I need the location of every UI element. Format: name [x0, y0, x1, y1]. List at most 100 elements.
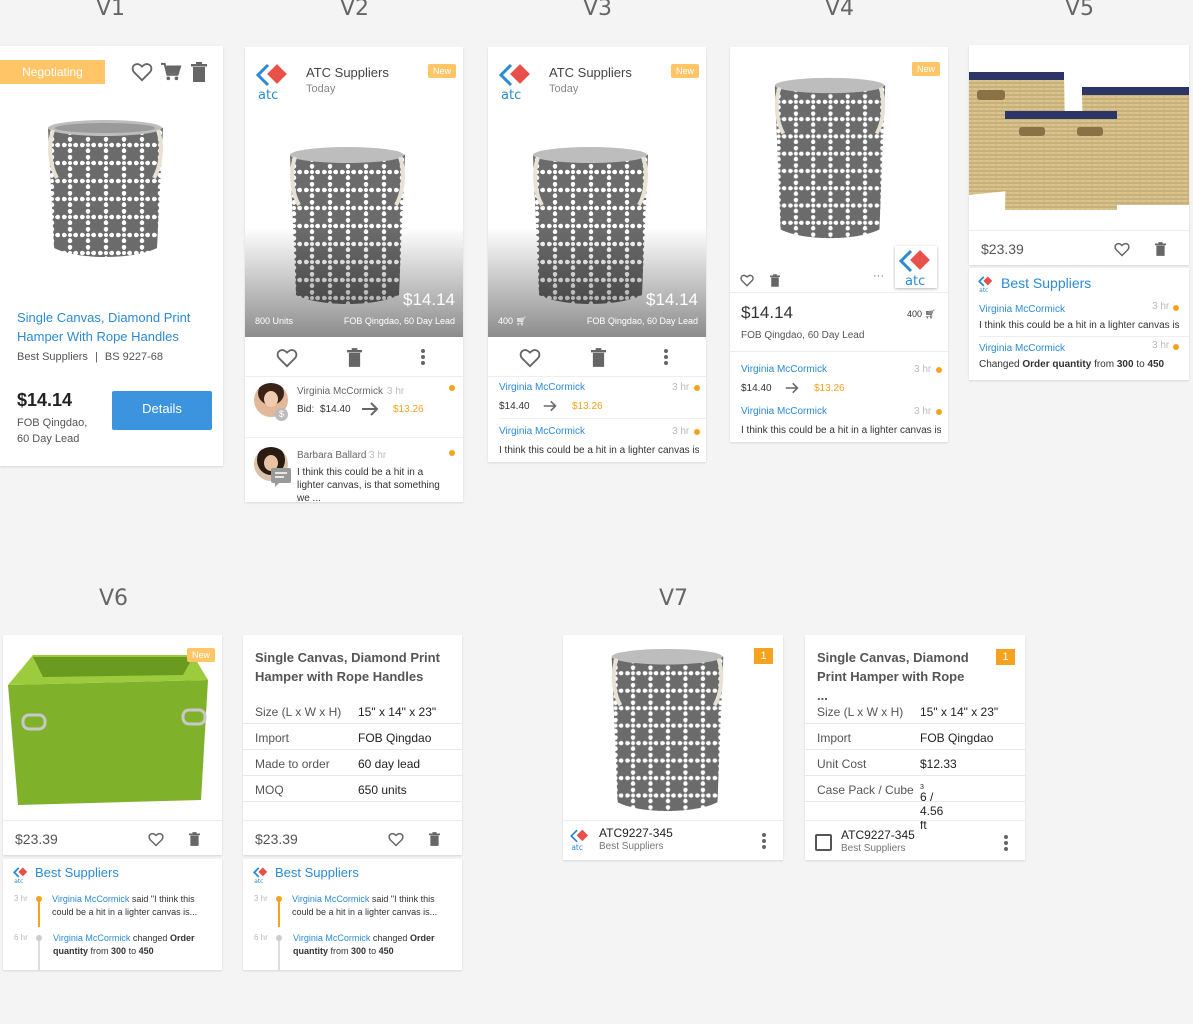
more-horiz-icon[interactable]: ··· [873, 270, 884, 282]
v1-product-card[interactable]: Negotiating Single Canvas, Diamond Print… [0, 46, 223, 466]
more-vert-icon[interactable] [1003, 834, 1009, 852]
trash-icon[interactable] [191, 62, 207, 82]
timeline-time: 3 hr [14, 894, 28, 903]
v3-product-card[interactable]: atc ATC Suppliers Today New $14.14 400 🛒… [488, 47, 706, 462]
more-vert-icon[interactable] [420, 348, 426, 366]
product-title[interactable]: Single Canvas, Diamond Print Hamper with… [255, 648, 445, 686]
spec-row: MOQ 650 units [243, 776, 462, 802]
timeline-dot [276, 935, 282, 941]
trash-icon[interactable] [429, 832, 440, 846]
atc-logo-text: atc [905, 274, 925, 287]
units: 800 Units [255, 316, 294, 326]
heart-icon[interactable] [276, 348, 298, 368]
price: $14.14 [403, 290, 455, 309]
new-badge: New [187, 648, 216, 662]
trash-icon[interactable] [770, 274, 780, 287]
heart-icon[interactable] [388, 832, 404, 847]
product-title[interactable]: Single Canvas, Diamond Print Hamper with… [817, 648, 977, 705]
activity-time: 3 hr [914, 406, 932, 417]
product-title[interactable]: Single Canvas, Diamond Print Hamper With… [17, 308, 207, 346]
price: $23.39 [15, 831, 58, 847]
heart-icon[interactable] [148, 832, 164, 847]
atc-logo-icon: atc [256, 63, 287, 101]
product-image-area[interactable]: $14.14 400 🛒︎ FOB Qingdao, 60 Day Lead [488, 117, 706, 337]
arrow-right-icon [785, 382, 799, 394]
supplier-name[interactable]: Best Suppliers [841, 843, 905, 854]
timeline-time: 3 hr [254, 894, 268, 903]
activity-time: 3 hr [672, 382, 690, 393]
activity-user[interactable]: Virginia McCormick [979, 343, 1065, 354]
heart-icon[interactable] [519, 348, 541, 368]
heart-icon[interactable] [131, 62, 153, 82]
timeline-dot [36, 896, 42, 902]
price: $14.14 [17, 390, 73, 410]
timeline-line [38, 901, 40, 927]
supplier-name[interactable]: ATC Suppliers [306, 65, 389, 80]
trash-icon[interactable] [591, 348, 606, 367]
spec-row: Unit Cost $12.33 [805, 750, 1025, 776]
bid-user[interactable]: Virginia McCormick [297, 386, 383, 397]
v4-product-card[interactable]: New atc ··· $14.14 400 🛒︎ FOB Qingdao, 6… [730, 47, 948, 442]
v6-activity-panel-b: atc Best Suppliers 3 hr Virginia McCormi… [243, 859, 462, 970]
comment-text: I think this could be a hit in a lighter… [297, 467, 440, 502]
timeline-dot [276, 896, 282, 902]
atc-logo-icon: atc [13, 867, 28, 884]
supplier-name[interactable]: Best Suppliers [275, 865, 359, 880]
svg-text:atc: atc [571, 843, 583, 851]
supplier-name[interactable]: Best Suppliers [599, 841, 663, 852]
v5-product-card[interactable]: $23.39 [969, 45, 1189, 265]
activity-user[interactable]: Virginia McCormick [499, 382, 585, 393]
v7-product-card-b[interactable]: Single Canvas, Diamond Print Hamper with… [805, 635, 1025, 860]
supplier-name[interactable]: Best Suppliers [1001, 275, 1091, 291]
timeline-text: Virginia McCormick said "I think this co… [52, 894, 198, 917]
comment-count-badge[interactable]: 1 [996, 649, 1015, 665]
svg-text:atc: atc [979, 288, 988, 293]
heart-icon[interactable] [1114, 242, 1130, 257]
more-vert-icon[interactable] [663, 348, 669, 366]
trash-icon[interactable] [189, 832, 200, 846]
select-checkbox[interactable] [815, 834, 832, 851]
price: $14.14 [741, 303, 793, 322]
atc-logo-icon: atc [570, 829, 589, 851]
bid-label: Bid: [297, 404, 315, 415]
spec-row: Made to order 60 day lead [243, 750, 462, 776]
bid-to: $13.26 [572, 401, 603, 412]
more-vert-icon[interactable] [761, 832, 767, 850]
svg-text:atc: atc [501, 88, 521, 101]
product-image-area[interactable]: $14.14 800 Units FOB Qingdao, 60 Day Lea… [245, 117, 463, 337]
activity-user[interactable]: Virginia McCormick [499, 426, 585, 437]
activity-user[interactable]: Virginia McCormick [741, 364, 827, 375]
price: $23.39 [981, 241, 1024, 257]
comment-time: 3 hr [369, 450, 387, 461]
atc-logo-icon: atc [499, 63, 530, 101]
timeline-text: Virginia McCormick changed Order quantit… [53, 933, 195, 956]
activity-time: 3 hr [672, 426, 690, 437]
v6-product-card-a[interactable]: New $23.39 [3, 635, 222, 855]
v6-product-card-b[interactable]: Single Canvas, Diamond Print Hamper with… [243, 635, 462, 855]
comment-user[interactable]: Barbara Ballard [297, 450, 366, 461]
v2-product-card[interactable]: atc ATC Suppliers Today New $14.14 800 U… [245, 47, 463, 502]
separator: | [95, 351, 98, 363]
trash-icon[interactable] [1155, 242, 1166, 256]
supplier-name[interactable]: ATC Suppliers [549, 65, 632, 80]
status-badge: Negotiating [0, 60, 105, 84]
activity-time: 3 hr [914, 364, 932, 375]
timeline-text: Virginia McCormick said "I think this co… [292, 894, 438, 917]
bid-from: $14.40 [741, 383, 772, 394]
version-label-v7: V7 [659, 586, 689, 611]
trash-icon[interactable] [347, 348, 362, 367]
heart-icon[interactable] [740, 274, 754, 287]
atc-logo-icon: atc [899, 249, 930, 287]
supplier-name[interactable]: Best Suppliers [17, 351, 88, 363]
activity-user[interactable]: Virginia McCormick [741, 406, 827, 417]
details-button[interactable]: Details [112, 391, 212, 430]
cart-icon[interactable] [160, 62, 182, 82]
activity-user[interactable]: Virginia McCormick [979, 304, 1065, 315]
v7-product-card-a[interactable]: 1 atc ATC9227-345 Best Suppliers [563, 635, 783, 860]
comment-text: I think this could be a hit in a lighter… [741, 425, 941, 436]
comment-count-badge[interactable]: 1 [754, 648, 773, 664]
timeline-line [38, 941, 40, 970]
unread-dot [449, 450, 455, 456]
supplier-name[interactable]: Best Suppliers [35, 865, 119, 880]
version-label-v6: V6 [99, 586, 129, 611]
